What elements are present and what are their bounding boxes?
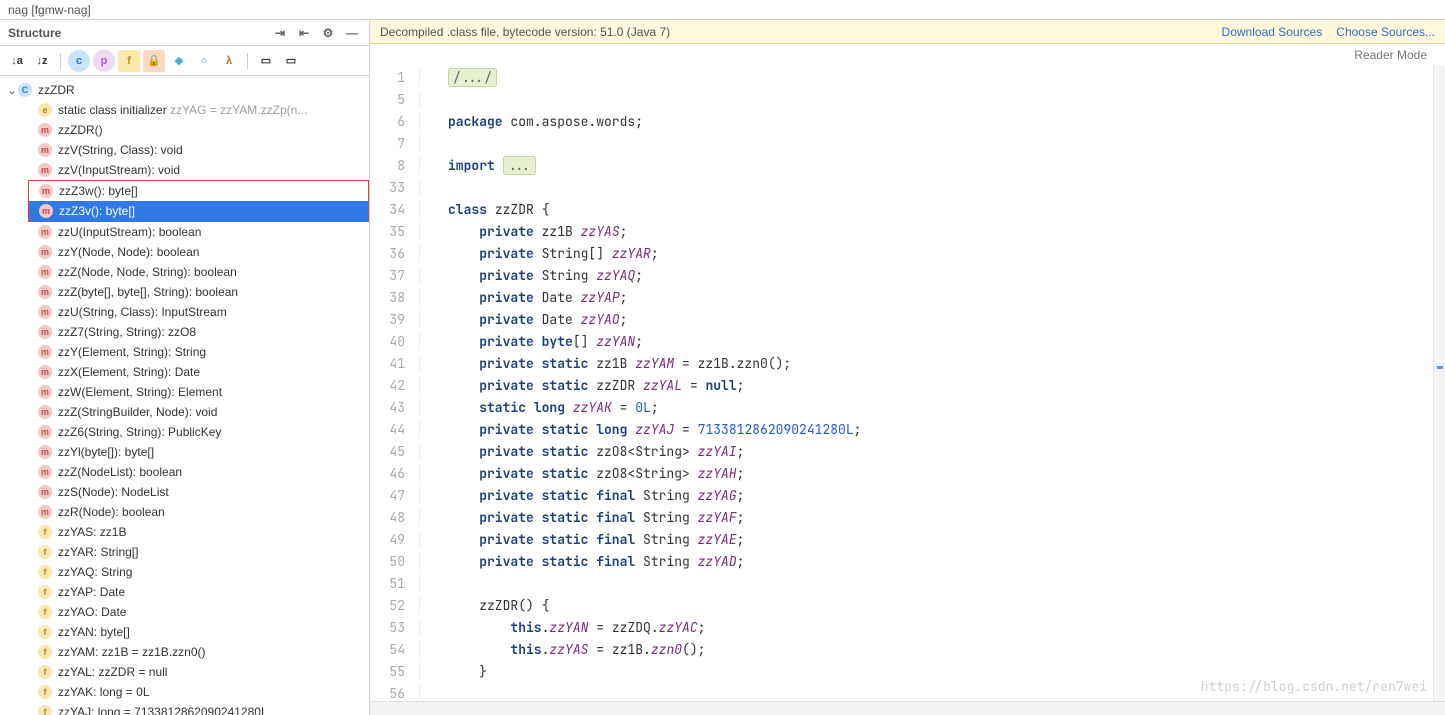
tree-item[interactable]: mzzU(InputStream): boolean [0, 222, 369, 242]
tree-item[interactable]: mzzY(Element, String): String [0, 342, 369, 362]
tree-item[interactable]: mzzZ6(String, String): PublicKey [0, 422, 369, 442]
horizontal-scrollbar[interactable] [370, 701, 1445, 715]
separator [60, 53, 61, 69]
code-line[interactable]: 5 [370, 88, 1445, 110]
tree-item[interactable]: mzzR(Node): boolean [0, 502, 369, 522]
gear-icon[interactable]: ⚙ [319, 24, 337, 42]
choose-sources-link[interactable]: Choose Sources... [1336, 25, 1435, 39]
code-line[interactable]: 1/.../ [370, 66, 1445, 88]
filter-property-icon[interactable]: p [93, 50, 115, 72]
collapse-all-icon[interactable]: ⇤ [295, 24, 313, 42]
tree-item[interactable]: mzzZ(StringBuilder, Node): void [0, 402, 369, 422]
hide-icon[interactable]: — [343, 24, 361, 42]
tree-item[interactable]: mzzS(Node): NodeList [0, 482, 369, 502]
code-editor[interactable]: https://blog.csdn.net/ren7wei 1/.../56pa… [370, 66, 1445, 701]
tree-item[interactable]: mzzZ(Node, Node, String): boolean [0, 262, 369, 282]
code-line[interactable]: 40 private byte[] zzYAN; [370, 330, 1445, 352]
code-line[interactable]: 48 private static final String zzYAF; [370, 506, 1445, 528]
tree-item[interactable]: mzzZ7(String, String): zzO8 [0, 322, 369, 342]
tree-item[interactable]: fzzYAJ: long = 7133812862090241280L [0, 702, 369, 715]
code-line[interactable]: 52 zzZDR() { [370, 594, 1445, 616]
code-line[interactable]: 51 [370, 572, 1445, 594]
code-line[interactable]: 7 [370, 132, 1445, 154]
expand-all-icon[interactable]: ⇥ [271, 24, 289, 42]
layout-1-icon[interactable]: ▭ [255, 50, 277, 72]
code-line[interactable]: 54 this.zzYAS = zz1B.zzn0(); [370, 638, 1445, 660]
code-line[interactable]: 38 private Date zzYAP; [370, 286, 1445, 308]
tree-item[interactable]: mzzU(String, Class): InputStream [0, 302, 369, 322]
code-line[interactable]: 43 static long zzYAK = 0L; [370, 396, 1445, 418]
tree-root[interactable]: ⌄CzzZDR [0, 80, 369, 100]
breadcrumb: nag [fgmw-nag] [0, 0, 1445, 20]
structure-toolbar: ↓a ↓z c p f 🔒 ◆ ○ λ ▭ ▭ [0, 46, 369, 76]
sort-az-icon[interactable]: ↓a [6, 50, 28, 72]
tree-item[interactable]: mzzZ(NodeList): boolean [0, 462, 369, 482]
sort-za-icon[interactable]: ↓z [31, 50, 53, 72]
tree-item[interactable]: fzzYAL: zzZDR = null [0, 662, 369, 682]
tree-item[interactable]: fzzYAN: byte[] [0, 622, 369, 642]
filter-diamond-icon[interactable]: ◆ [168, 50, 190, 72]
tree-item[interactable]: mzzV(String, Class): void [0, 140, 369, 160]
filter-lock-icon[interactable]: 🔒 [143, 50, 165, 72]
code-line[interactable]: 44 private static long zzYAJ = 713381286… [370, 418, 1445, 440]
code-line[interactable]: 6package com.aspose.words; [370, 110, 1445, 132]
code-line[interactable]: 42 private static zzZDR zzYAL = null; [370, 374, 1445, 396]
filter-class-icon[interactable]: c [68, 50, 90, 72]
tree-item[interactable]: fzzYAQ: String [0, 562, 369, 582]
watermark: https://blog.csdn.net/ren7wei [1201, 678, 1427, 695]
tree-item[interactable]: fzzYAK: long = 0L [0, 682, 369, 702]
code-line[interactable]: 53 this.zzYAN = zzZDQ.zzYAC; [370, 616, 1445, 638]
code-line[interactable]: 50 private static final String zzYAD; [370, 550, 1445, 572]
structure-title: Structure [8, 26, 61, 40]
tree-item[interactable]: mzzZ(byte[], byte[], String): boolean [0, 282, 369, 302]
layout-2-icon[interactable]: ▭ [280, 50, 302, 72]
code-line[interactable]: 36 private String[] zzYAR; [370, 242, 1445, 264]
code-line[interactable]: 49 private static final String zzYAE; [370, 528, 1445, 550]
separator [247, 53, 248, 69]
tree-item[interactable]: fzzYAP: Date [0, 582, 369, 602]
tree-item[interactable]: mzzV(InputStream): void [0, 160, 369, 180]
filter-circle-icon[interactable]: ○ [193, 50, 215, 72]
tree-item[interactable]: mzzZ3v(): byte[] [29, 201, 368, 221]
tree-item[interactable]: fzzYAS: zz1B [0, 522, 369, 542]
structure-tree[interactable]: ⌄CzzZDRestatic class initializer zzYAG =… [0, 76, 369, 715]
tree-item[interactable]: mzzZ3w(): byte[] [29, 181, 368, 201]
code-line[interactable]: 35 private zz1B zzYAS; [370, 220, 1445, 242]
filter-field-icon[interactable]: f [118, 50, 140, 72]
tree-item[interactable]: mzzYl(byte[]): byte[] [0, 442, 369, 462]
decompile-banner: Decompiled .class file, bytecode version… [370, 20, 1445, 44]
filter-lambda-icon[interactable]: λ [218, 50, 240, 72]
code-line[interactable]: 8import ... [370, 154, 1445, 176]
tree-item[interactable]: fzzYAR: String[] [0, 542, 369, 562]
code-line[interactable]: 47 private static final String zzYAG; [370, 484, 1445, 506]
structure-panel: Structure ⇥ ⇤ ⚙ — ↓a ↓z c p f 🔒 ◆ ○ λ ▭ … [0, 20, 370, 715]
scroll-marker-gutter[interactable] [1433, 66, 1445, 701]
code-line[interactable]: 41 private static zz1B zzYAM = zz1B.zzn0… [370, 352, 1445, 374]
editor-area: Decompiled .class file, bytecode version… [370, 20, 1445, 715]
code-line[interactable]: 39 private Date zzYAO; [370, 308, 1445, 330]
breadcrumb-item[interactable]: nag [fgmw-nag] [8, 3, 91, 17]
code-line[interactable]: 34class zzZDR { [370, 198, 1445, 220]
tree-item[interactable]: estatic class initializer zzYAG = zzYAM.… [0, 100, 369, 120]
code-line[interactable]: 33 [370, 176, 1445, 198]
code-line[interactable]: 46 private static zzO8<String> zzYAH; [370, 462, 1445, 484]
tree-item[interactable]: mzzY(Node, Node): boolean [0, 242, 369, 262]
reader-mode-link[interactable]: Reader Mode [1354, 48, 1427, 66]
tree-item[interactable]: mzzX(Element, String): Date [0, 362, 369, 382]
code-line[interactable]: 37 private String zzYAQ; [370, 264, 1445, 286]
code-line[interactable]: 45 private static zzO8<String> zzYAI; [370, 440, 1445, 462]
tree-item[interactable]: fzzYAO: Date [0, 602, 369, 622]
download-sources-link[interactable]: Download Sources [1222, 25, 1323, 39]
banner-text: Decompiled .class file, bytecode version… [380, 25, 670, 39]
tree-item[interactable]: mzzW(Element, String): Element [0, 382, 369, 402]
tree-item[interactable]: fzzYAM: zz1B = zz1B.zzn0() [0, 642, 369, 662]
tree-item[interactable]: mzzZDR() [0, 120, 369, 140]
